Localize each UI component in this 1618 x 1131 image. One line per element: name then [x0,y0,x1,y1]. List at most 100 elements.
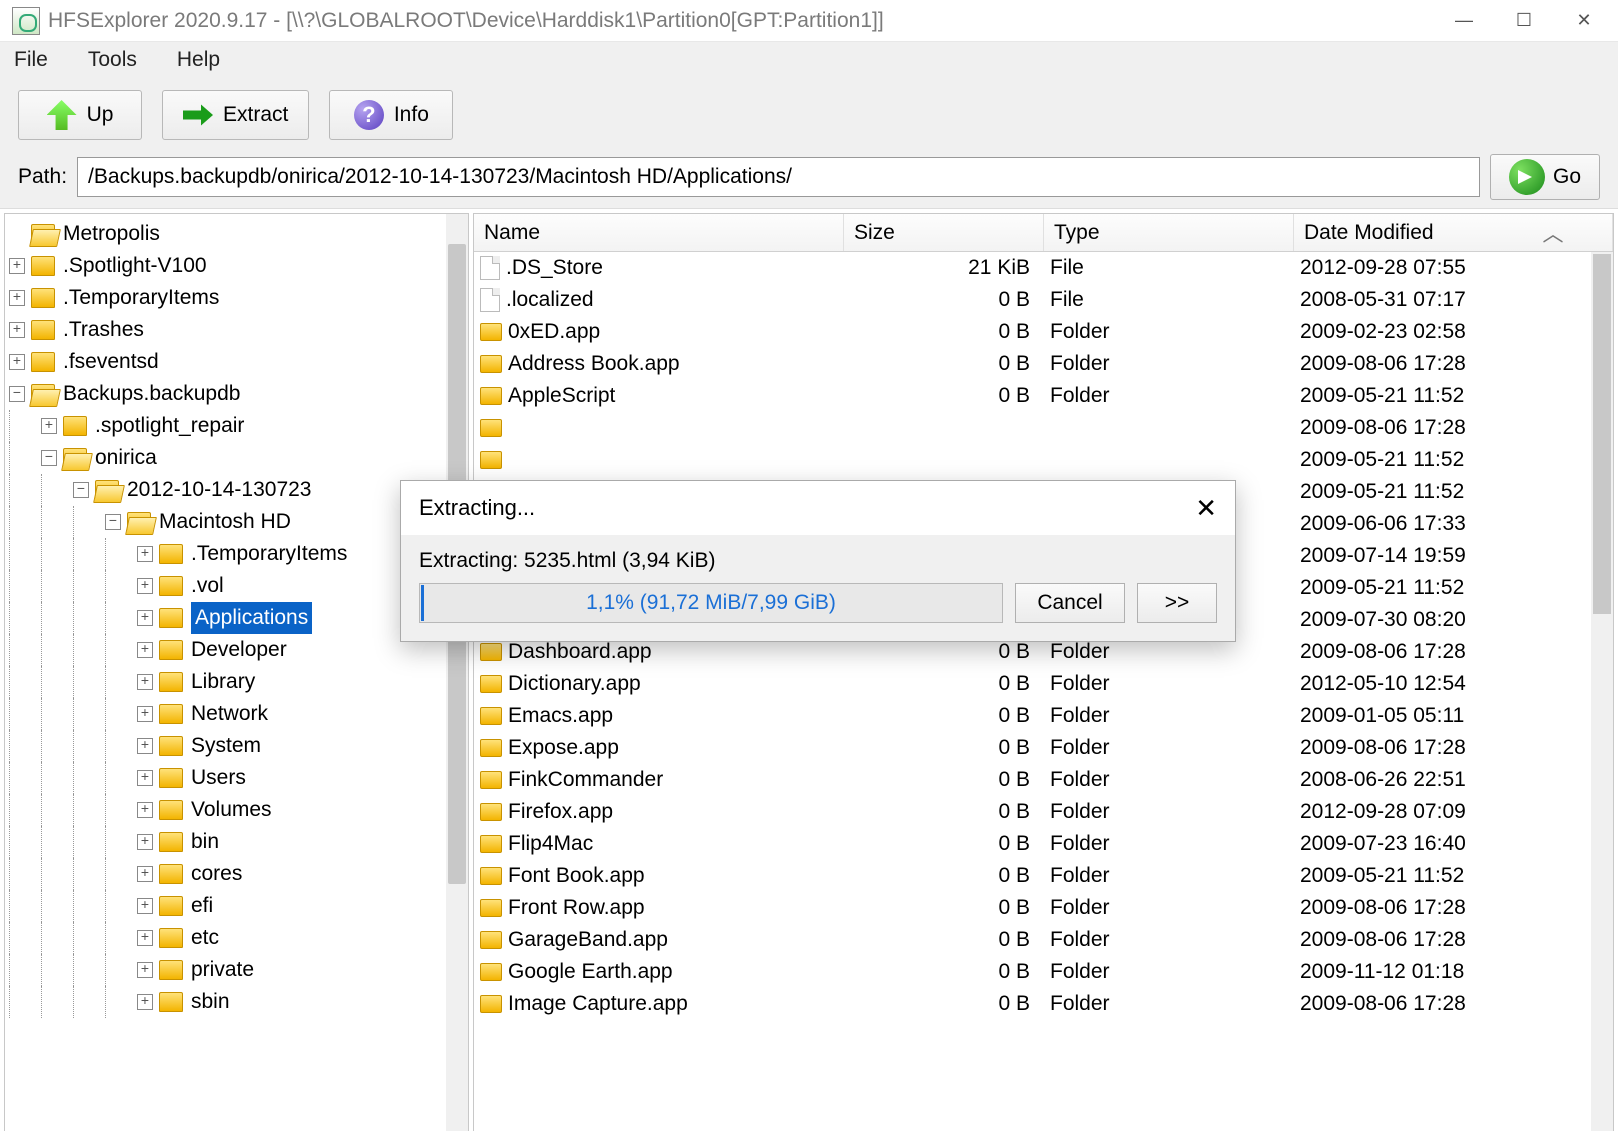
expand-toggle[interactable]: + [137,994,153,1010]
expand-toggle[interactable]: + [137,770,153,786]
list-row[interactable]: Emacs.app0 BFolder2009-01-05 05:11 [474,700,1613,732]
tree-item[interactable]: +.spotlight_repair [9,410,468,442]
tree-item[interactable]: +System [9,730,468,762]
list-row[interactable]: Flip4Mac0 BFolder2009-07-23 16:40 [474,828,1613,860]
file-name: Front Row.app [508,896,645,920]
file-date: 2009-01-05 05:11 [1294,704,1613,728]
tree-scrollbar[interactable] [446,214,468,1131]
list-row[interactable]: .DS_Store21 KiBFile2012-09-28 07:55 [474,252,1613,284]
app-icon [12,7,40,35]
expand-button[interactable]: >> [1137,583,1217,623]
file-name: 0xED.app [508,320,600,344]
tree-item[interactable]: +Library [9,666,468,698]
expand-toggle[interactable]: + [137,578,153,594]
folder-icon [480,771,502,789]
tree-item[interactable]: +bin [9,826,468,858]
expand-toggle[interactable]: + [137,610,153,626]
tree-item[interactable]: +etc [9,922,468,954]
file-size: 0 B [844,768,1044,792]
expand-toggle[interactable]: + [9,258,25,274]
extract-button[interactable]: Extract [162,90,309,140]
expand-toggle[interactable]: + [41,418,57,434]
tree-item[interactable]: Metropolis [9,218,468,250]
up-icon [47,100,77,130]
list-row[interactable]: Font Book.app0 BFolder2009-05-21 11:52 [474,860,1613,892]
sort-indicator-icon[interactable]: ︿ [1523,214,1583,252]
list-row[interactable]: 0xED.app0 BFolder2009-02-23 02:58 [474,316,1613,348]
menu-tools[interactable]: Tools [82,44,143,76]
list-row[interactable]: Firefox.app0 BFolder2012-09-28 07:09 [474,796,1613,828]
cancel-button[interactable]: Cancel [1015,583,1125,623]
expand-toggle[interactable]: + [137,546,153,562]
expand-toggle[interactable]: + [137,738,153,754]
dialog-close-button[interactable]: ✕ [1195,493,1217,524]
expand-toggle[interactable]: + [137,802,153,818]
folder-icon [63,448,87,468]
tree-item[interactable]: +.fseventsd [9,346,468,378]
info-button[interactable]: ? Info [329,90,453,140]
expand-toggle[interactable]: + [9,322,25,338]
expand-toggle[interactable]: + [137,898,153,914]
tree-item[interactable]: +private [9,954,468,986]
menu-help[interactable]: Help [171,44,226,76]
file-date: 2009-07-30 08:20 [1294,608,1613,632]
col-type[interactable]: Type [1044,214,1294,251]
expand-toggle[interactable]: + [137,930,153,946]
extract-icon [183,100,213,130]
tree-item[interactable]: +.Trashes [9,314,468,346]
toolbar-area: Up Extract ? Info Path: Go [0,78,1618,209]
list-row[interactable]: 2009-05-21 11:52 [474,444,1613,476]
tree-item[interactable]: +Network [9,698,468,730]
list-row[interactable]: AppleScript0 BFolder2009-05-21 11:52 [474,380,1613,412]
expand-toggle[interactable]: + [9,354,25,370]
list-row[interactable]: 2009-08-06 17:28 [474,412,1613,444]
expand-toggle[interactable]: + [9,290,25,306]
file-date: 2009-02-23 02:58 [1294,320,1613,344]
expand-toggle[interactable]: + [137,642,153,658]
list-row[interactable]: FinkCommander0 BFolder2008-06-26 22:51 [474,764,1613,796]
list-row[interactable]: GarageBand.app0 BFolder2009-08-06 17:28 [474,924,1613,956]
expand-toggle[interactable]: − [105,514,121,530]
expand-toggle[interactable]: − [9,386,25,402]
expand-toggle[interactable]: + [137,834,153,850]
tree-item[interactable]: +sbin [9,986,468,1018]
list-scrollbar[interactable] [1591,252,1613,1131]
menu-file[interactable]: File [8,44,54,76]
go-button[interactable]: Go [1490,154,1600,200]
expand-toggle[interactable]: + [137,674,153,690]
list-row[interactable]: Google Earth.app0 BFolder2009-11-12 01:1… [474,956,1613,988]
list-row[interactable]: Image Capture.app0 BFolder2009-08-06 17:… [474,988,1613,1020]
expand-toggle[interactable]: + [137,706,153,722]
expand-toggle[interactable]: + [137,866,153,882]
expand-toggle[interactable]: − [73,482,89,498]
expand-toggle[interactable]: + [137,962,153,978]
list-row[interactable]: .localized0 BFile2008-05-31 07:17 [474,284,1613,316]
tree-item[interactable]: + Volumes [9,794,468,826]
list-row[interactable]: Expose.app0 BFolder2009-08-06 17:28 [474,732,1613,764]
maximize-button[interactable]: ☐ [1494,1,1554,41]
tree-item[interactable]: −Backups.backupdb [9,378,468,410]
folder-icon [159,576,183,596]
folder-icon [159,896,183,916]
tree-item[interactable]: + .TemporaryItems [9,282,468,314]
tree-item[interactable]: +.Spotlight-V100 [9,250,468,282]
tree-item[interactable]: −onirica [9,442,468,474]
tree-label: Volumes [191,794,272,826]
list-row[interactable]: Front Row.app0 BFolder2009-08-06 17:28 [474,892,1613,924]
path-input[interactable] [77,157,1480,197]
tree-item[interactable]: +cores [9,858,468,890]
col-name[interactable]: Name [474,214,844,251]
expand-toggle[interactable]: − [41,450,57,466]
tree-item[interactable]: +efi [9,890,468,922]
file-size: 0 B [844,800,1044,824]
folder-icon [159,768,183,788]
list-row[interactable]: Address Book.app0 BFolder2009-08-06 17:2… [474,348,1613,380]
tree-item[interactable]: +Users [9,762,468,794]
tree-label: .TemporaryItems [63,282,219,314]
col-size[interactable]: Size [844,214,1044,251]
folder-icon [159,800,183,820]
close-button[interactable]: ✕ [1554,1,1614,41]
list-row[interactable]: Dictionary.app0 BFolder2012-05-10 12:54 [474,668,1613,700]
up-button[interactable]: Up [18,90,142,140]
minimize-button[interactable]: — [1434,1,1494,41]
